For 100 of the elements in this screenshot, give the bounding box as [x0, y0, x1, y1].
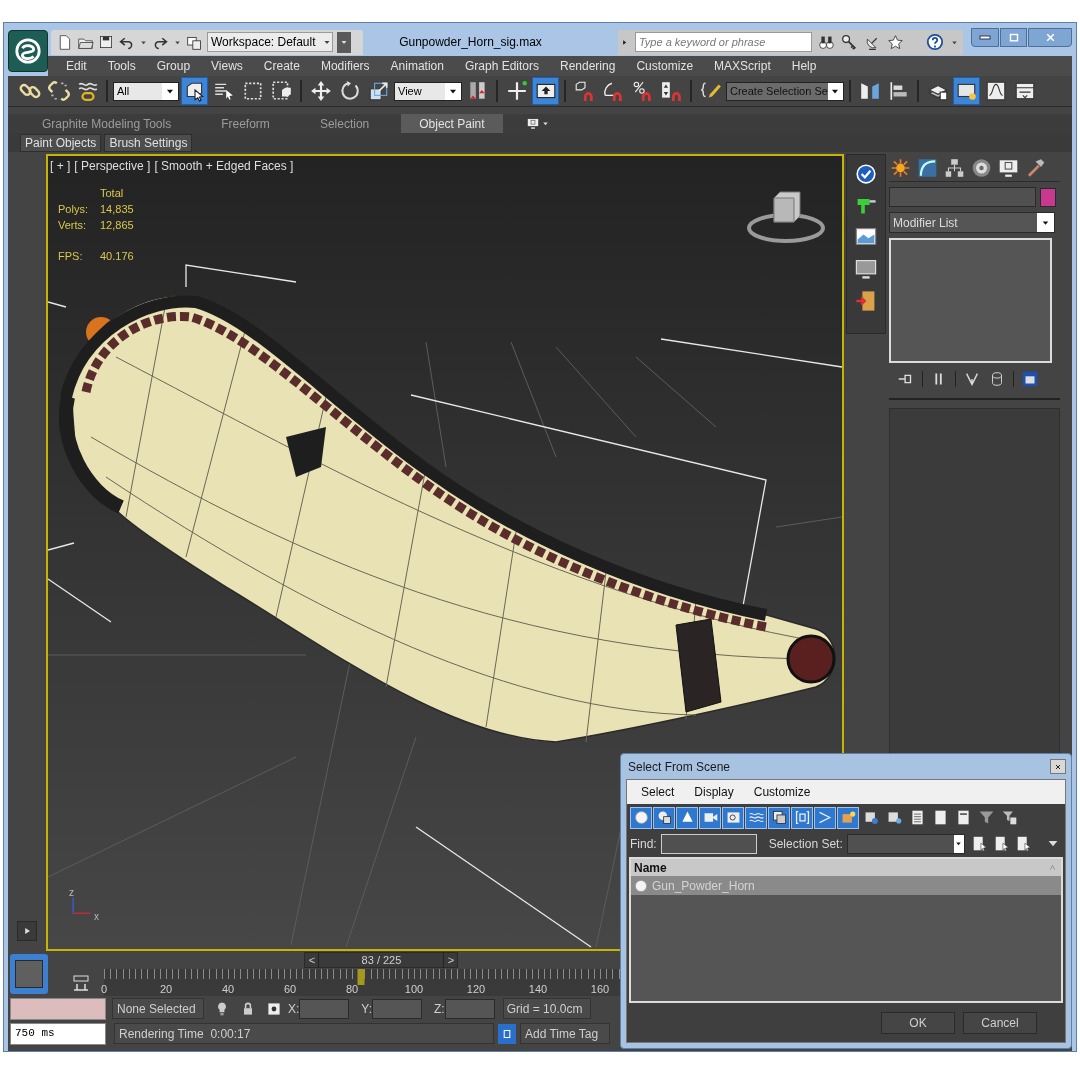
find-label: Find: — [630, 835, 657, 853]
mini-curve-editor-button[interactable] — [10, 954, 48, 994]
key-icon[interactable] — [841, 33, 859, 51]
bracket-line — [48, 578, 112, 623]
stat-header: Total — [100, 186, 125, 201]
toolbar-dropdown[interactable]: All — [113, 81, 179, 101]
minimize-icon — [979, 35, 991, 40]
check-circle-icon[interactable] — [855, 163, 877, 185]
menu-item[interactable]: Customize — [636, 57, 694, 75]
dialog-button[interactable]: Cancel — [963, 1011, 1037, 1034]
bracket-line — [48, 301, 67, 308]
menu-item[interactable]: Help — [791, 57, 817, 75]
key-filter-icon[interactable] — [71, 972, 91, 993]
timeline-tick-label: 80 — [345, 982, 359, 997]
modifier-stack-list[interactable] — [889, 238, 1052, 363]
sphere-icon — [633, 877, 649, 894]
save-icon[interactable] — [98, 34, 114, 50]
target-icon[interactable] — [970, 156, 993, 179]
branch-icon[interactable] — [814, 806, 836, 829]
configure-icon[interactable] — [1021, 370, 1039, 388]
collapse-caret-icon[interactable] — [1046, 840, 1059, 847]
ribbon-tab[interactable]: Graphite Modeling Tools — [24, 114, 190, 133]
y-coordinate-field[interactable] — [372, 998, 423, 1019]
timeline-tick-label: 40 — [221, 982, 235, 997]
menu-item[interactable]: Tools — [107, 57, 136, 75]
menu-item[interactable]: Group — [156, 57, 191, 75]
menu-item[interactable]: Graph Editors — [464, 57, 539, 75]
coordinate-label: Y: — [361, 1000, 373, 1018]
timeline-tick-label: 100 — [404, 982, 424, 997]
axis-label: x — [94, 910, 99, 924]
box-light-icon[interactable] — [837, 806, 859, 829]
ribbon-panel-button[interactable]: Paint Objects — [20, 133, 102, 152]
object-name-field[interactable] — [889, 187, 1036, 207]
window-title: Gunpowder_Horn_sig.max — [399, 34, 542, 51]
object-color-swatch[interactable] — [1040, 187, 1056, 207]
menu-item[interactable]: MAXScript — [714, 57, 771, 75]
ribbon-tab[interactable]: Freeform — [203, 114, 288, 133]
ribbon-panel-button[interactable]: Brush Settings — [104, 133, 193, 152]
previous-frame-button[interactable]: < — [305, 951, 320, 969]
frame-navigator[interactable]: < 83 / 225 > — [304, 952, 459, 968]
search-field[interactable]: Type a keyword or phrase — [634, 32, 813, 52]
x-coordinate-field[interactable] — [299, 998, 350, 1019]
coordinate-label: X: — [288, 1000, 300, 1018]
lamp-icon[interactable] — [676, 806, 698, 829]
ribbon-tab[interactable]: Object Paint — [401, 114, 503, 133]
toolbar-dropdown[interactable]: View — [394, 81, 462, 101]
ribbon-tab[interactable]: Selection — [301, 114, 388, 133]
dialog-button[interactable]: OK — [881, 1011, 955, 1034]
stat-label: Polys: — [58, 202, 89, 217]
waves-icon[interactable] — [745, 806, 767, 829]
overlapping-squares-icon[interactable] — [768, 806, 790, 829]
dialog-menu-item[interactable]: Display — [694, 783, 734, 801]
menu-item[interactable]: Modifiers — [320, 57, 370, 75]
selection-status-field: None Selected — [112, 998, 204, 1019]
time-slider-thumb[interactable] — [357, 969, 365, 985]
menu-item[interactable]: Animation — [390, 57, 444, 75]
menu-item[interactable]: Create — [263, 57, 300, 75]
curve-square-icon[interactable] — [916, 156, 939, 179]
stat-value: 40.176 — [100, 249, 135, 264]
menu-item[interactable]: Views — [211, 57, 243, 75]
dialog-menu-item[interactable]: Customize — [753, 783, 811, 801]
menu-item[interactable]: Rendering — [560, 57, 616, 75]
timeline-tick-label: 20 — [159, 982, 173, 997]
find-field[interactable] — [660, 833, 757, 854]
name-column-header[interactable]: Name — [631, 859, 1061, 876]
star-icon[interactable] — [887, 33, 905, 51]
overlapping-shapes-icon[interactable] — [653, 806, 675, 829]
dialog-close-button[interactable] — [1050, 759, 1066, 774]
viewport-label[interactable]: [ Perspective ] — [74, 157, 151, 175]
hierarchy-icon[interactable] — [943, 156, 966, 179]
selection-set-dropdown[interactable] — [846, 833, 965, 854]
tape-icon[interactable] — [722, 806, 744, 829]
stat-label: FPS: — [58, 249, 84, 264]
selection-set-label: Selection Set: — [768, 835, 843, 853]
cube-cursor-icon[interactable] — [181, 77, 208, 105]
time-tag-button[interactable] — [498, 1023, 516, 1044]
next-frame-button[interactable]: > — [443, 951, 458, 969]
app-logo-button[interactable] — [8, 30, 48, 72]
play-button[interactable] — [17, 921, 37, 941]
camera-icon[interactable] — [699, 806, 721, 829]
viewport-label[interactable]: [ Smooth + Edged Faces ] — [154, 157, 294, 175]
script-listener-field[interactable] — [10, 997, 106, 1020]
dialog-menu-item[interactable]: Select — [641, 783, 675, 801]
folder-bulb-icon[interactable] — [953, 77, 980, 105]
help-icon[interactable] — [926, 33, 945, 51]
monitor-icon[interactable] — [853, 257, 879, 281]
menu-item[interactable]: Edit — [66, 57, 87, 75]
add-time-tag-field[interactable]: Add Time Tag — [520, 1023, 610, 1044]
close-button[interactable] — [1028, 28, 1072, 47]
toolbar-dropdown[interactable]: Create Selection Se — [726, 81, 844, 101]
maximize-button[interactable] — [1000, 28, 1027, 47]
menu-dropdown-button[interactable] — [337, 31, 351, 53]
viewport-label[interactable]: [ + ] — [50, 157, 71, 175]
snap-square-icon[interactable] — [266, 1000, 282, 1017]
z-coordinate-field[interactable] — [444, 998, 495, 1019]
modifier-list-dropdown[interactable]: Modifier List — [889, 212, 1055, 233]
workspace-dropdown[interactable]: Workspace: Default — [207, 32, 333, 52]
bracketed-square-icon[interactable] — [791, 806, 813, 829]
script-output-field[interactable]: 750 ms — [10, 1022, 106, 1045]
burst-icon[interactable] — [889, 156, 912, 179]
